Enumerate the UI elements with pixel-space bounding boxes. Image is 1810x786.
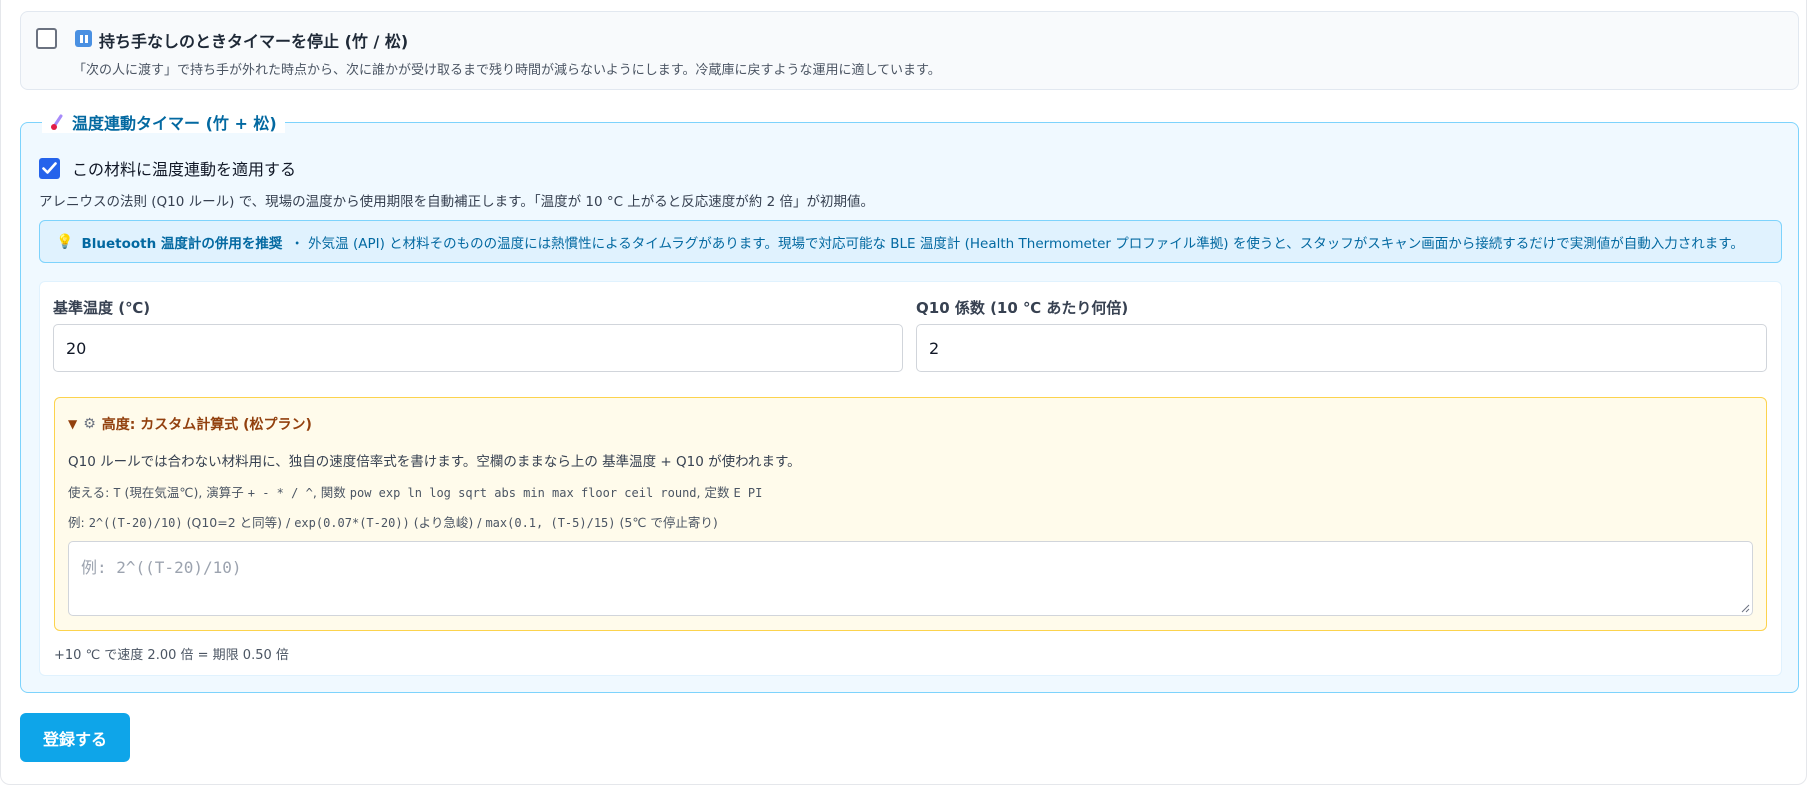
pause-timer-description: 「次の人に渡す」で持ち手が外れた時点から、次に誰かが受け取るまで残り時間が減らな… [73,63,941,78]
temperature-timer-legend-text: 温度連動タイマー (竹 + 松) [72,114,277,133]
temperature-timer-section: 温度連動タイマー (竹 + 松) この材料に温度連動を適用する アレニウスの法則… [20,111,1799,693]
resize-grip-icon[interactable] [1740,603,1750,613]
usable-prefix: 使える: [68,485,110,500]
apply-temperature-row: この材料に温度連動を適用する [39,156,296,180]
advanced-custom-formula: ▼ ⚙ 高度: カスタム計算式 (松プラン) Q10 ルールでは合わない材料用に… [54,397,1767,631]
examples-prefix: 例: [68,515,85,530]
gear-icon: ⚙ [83,416,96,432]
apply-temperature-label[interactable]: この材料に温度連動を適用する [72,156,296,180]
arrhenius-description: アレニウスの法則 (Q10 ルール) で、現場の温度から使用期限を自動補正します… [39,194,874,210]
q10-input[interactable]: 2 [916,324,1767,372]
triangle-down-icon: ▼ [68,417,78,431]
example-2-note: (より急峻) / [413,515,482,530]
pause-timer-option: 持ち手なしのときタイマーを停止 (竹 / 松) 「次の人に渡す」で持ち手が外れた… [20,11,1799,90]
advanced-summary-text: 高度: カスタム計算式 (松プラン) [101,417,312,433]
usable-tokens: 使える: T (現在気温℃), 演算子 + - * / ^, 関数 pow ex… [68,482,762,501]
q10-label: Q10 係数 (10 ℃ あたり何倍) [916,299,1129,317]
example-1-code: 2^((T-20)/10) [88,516,183,530]
custom-formula-textarea[interactable]: 例: 2^((T-20)/10) [68,541,1753,616]
example-2-code: exp(0.07*(T-20)) [294,516,410,530]
submit-button[interactable]: 登録する [20,713,130,762]
bluetooth-tip-text: ・ 外気温 (API) と材料そのものの温度には熱慣性によるタイムラグがあります… [290,235,1744,252]
usable-constants-prefix: , 定数 [696,485,730,500]
example-3-note: (5℃ で停止寄り) [619,515,718,530]
example-3-code: max(0.1, (T-5)/15) [485,516,616,530]
base-temp-label: 基準温度 (℃) [53,299,151,317]
pause-timer-title[interactable]: 持ち手なしのときタイマーを停止 (竹 / 松) [99,28,408,52]
base-temp-input[interactable]: 20 [53,324,903,372]
bluetooth-tip: 💡 Bluetooth 温度計の併用を推奨 ・ 外気温 (API) と材料そのも… [39,220,1782,263]
pause-timer-checkbox[interactable] [36,28,57,49]
temperature-settings-card: 基準温度 (℃) 20 Q10 係数 (10 ℃ あたり何倍) 2 ▼ ⚙ 高度… [39,281,1782,676]
advanced-description: Q10 ルールでは合わない材料用に、独自の速度倍率式を書けます。空欄のままなら上… [68,454,801,470]
bluetooth-tip-title: Bluetooth 温度計の併用を推奨 [81,235,283,252]
custom-formula-placeholder: 例: 2^((T-20)/10) [81,558,242,577]
checkmark-icon [42,162,57,174]
usable-functions-prefix: , 関数 [312,485,346,500]
usable-constants: E PI [733,486,763,500]
advanced-summary-toggle[interactable]: ▼ ⚙ 高度: カスタム計算式 (松プラン) [68,414,312,434]
rate-result-text: +10 ℃ で速度 2.00 倍 = 期限 0.50 倍 [54,648,289,663]
usable-variable: T [113,486,121,500]
formula-examples: 例: 2^((T-20)/10) (Q10=2 と同等) / exp(0.07*… [68,512,718,531]
thermometer-icon [50,114,64,131]
temperature-timer-legend: 温度連動タイマー (竹 + 松) [42,111,285,133]
usable-functions: pow exp ln log sqrt abs min max floor ce… [349,486,697,500]
usable-variable-desc: (現在気温℃), 演算子 [124,485,244,500]
lightbulb-icon: 💡 [56,233,74,250]
apply-temperature-checkbox[interactable] [39,157,60,179]
pause-icon [75,30,92,47]
usable-operators: + - * / ^ [247,486,313,500]
example-1-note: (Q10=2 と同等) / [186,515,291,530]
